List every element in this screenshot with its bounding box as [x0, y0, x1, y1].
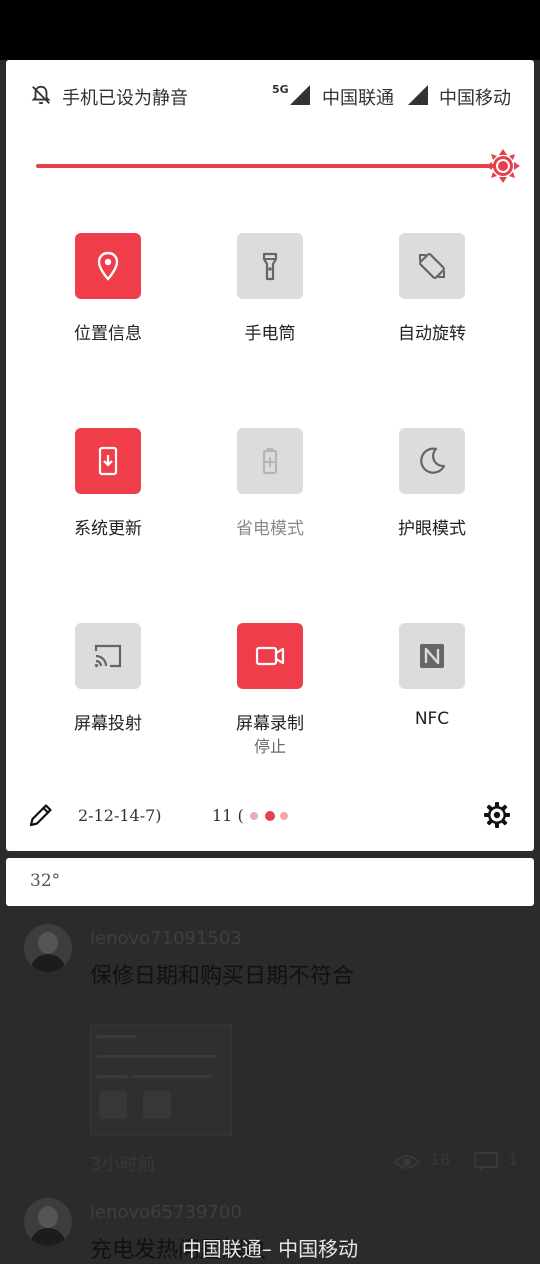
brightness-slider[interactable] — [36, 149, 520, 183]
tile-label: 省电模式 — [236, 519, 304, 539]
page-dot-active — [265, 811, 275, 821]
location-pin-icon — [97, 251, 119, 281]
tile-label: NFC — [414, 709, 450, 729]
screen-cast-toggle[interactable] — [75, 623, 141, 689]
tile-sublabel: 停止 — [253, 737, 286, 756]
auto-rotate-icon — [419, 253, 445, 279]
page-dot — [250, 812, 258, 820]
comment-icon — [474, 1152, 498, 1171]
location-toggle[interactable] — [75, 233, 141, 299]
post-views: 18 — [430, 1150, 451, 1169]
temperature-text: 32° — [30, 871, 61, 891]
screen-record-toggle[interactable] — [237, 623, 303, 689]
avatar — [24, 924, 72, 972]
post-username: lenovo71091503 — [90, 928, 242, 949]
auto-rotate-toggle[interactable] — [399, 233, 465, 299]
brightness-track[interactable] — [36, 164, 502, 168]
build-number-text: 2-12-14-7) — [78, 806, 162, 825]
tile-label: 自动旋转 — [398, 324, 466, 344]
tile-label: 屏幕录制 — [236, 714, 304, 734]
tile-label: 手电筒 — [244, 324, 296, 344]
edit-pencil-icon[interactable] — [28, 802, 54, 828]
silent-mode-text: 手机已设为静音 — [62, 88, 188, 109]
quick-settings-panel: 手机已设为静音 5G 中国联通 中国移动 位置信息 手电筒 自动旋转 系统更新 … — [6, 60, 534, 851]
carrier-1-label: 中国联通 — [322, 88, 394, 109]
page-indicator-dots — [250, 811, 300, 821]
flashlight-icon — [262, 252, 278, 281]
qs-status-row: 手机已设为静音 5G 中国联通 中国移动 — [6, 60, 534, 130]
settings-gear-icon[interactable] — [482, 800, 512, 830]
qs-footer: 2-12-14-7) 11 ( — [6, 790, 534, 840]
post-image-thumbnail — [90, 1024, 232, 1136]
temperature-bar: 32° — [6, 858, 534, 906]
screen-record-icon — [255, 646, 285, 666]
tile-battery-saver[interactable]: 省电模式 — [189, 428, 351, 578]
tile-label: 位置信息 — [74, 324, 142, 344]
tile-flashlight[interactable]: 手电筒 — [189, 233, 351, 383]
bottom-carrier-label: 中国联通– 中国移动 — [181, 1237, 359, 1261]
brightness-sun-icon[interactable] — [486, 149, 520, 183]
nfc-icon — [420, 644, 444, 668]
tile-label: 系统更新 — [74, 519, 142, 539]
post-time: 3小时前 — [90, 1154, 156, 1175]
system-update-icon — [98, 446, 118, 476]
page-indicator-text: 11 ( — [212, 806, 244, 825]
network-type-badge: 5G — [272, 83, 289, 96]
nfc-toggle[interactable] — [399, 623, 465, 689]
signal-icon — [408, 85, 428, 105]
tile-nfc[interactable]: NFC — [351, 623, 513, 773]
flashlight-toggle[interactable] — [237, 233, 303, 299]
moon-icon — [420, 447, 446, 474]
tile-system-update[interactable]: 系统更新 — [27, 428, 189, 578]
tile-location[interactable]: 位置信息 — [27, 233, 189, 383]
background-app: lenovo71091503 保修日期和购买日期不符合 3小时前 18 1 le… — [0, 906, 540, 1263]
tile-screen-record[interactable]: 屏幕录制 停止 — [189, 623, 351, 773]
post-text: 保修日期和购买日期不符合 — [90, 964, 355, 989]
status-bar — [0, 0, 540, 60]
tile-eye-comfort[interactable]: 护眼模式 — [351, 428, 513, 578]
eye-icon — [394, 1155, 420, 1169]
battery-saver-icon — [262, 448, 278, 475]
tile-label: 护眼模式 — [398, 519, 466, 539]
eye-comfort-toggle[interactable] — [399, 428, 465, 494]
system-update-toggle[interactable] — [75, 428, 141, 494]
carrier-2-label: 中国移动 — [439, 88, 511, 109]
tile-screen-cast[interactable]: 屏幕投射 — [27, 623, 189, 773]
battery-saver-toggle[interactable] — [237, 428, 303, 494]
tile-label: 屏幕投射 — [74, 714, 142, 734]
tile-auto-rotate[interactable]: 自动旋转 — [351, 233, 513, 383]
cast-icon — [94, 644, 122, 668]
bell-off-icon — [31, 85, 51, 105]
post-username: lenovo65739700 — [90, 1202, 242, 1223]
page-dot — [280, 812, 288, 820]
post-comments: 1 — [508, 1150, 519, 1169]
signal-icon — [290, 85, 310, 105]
